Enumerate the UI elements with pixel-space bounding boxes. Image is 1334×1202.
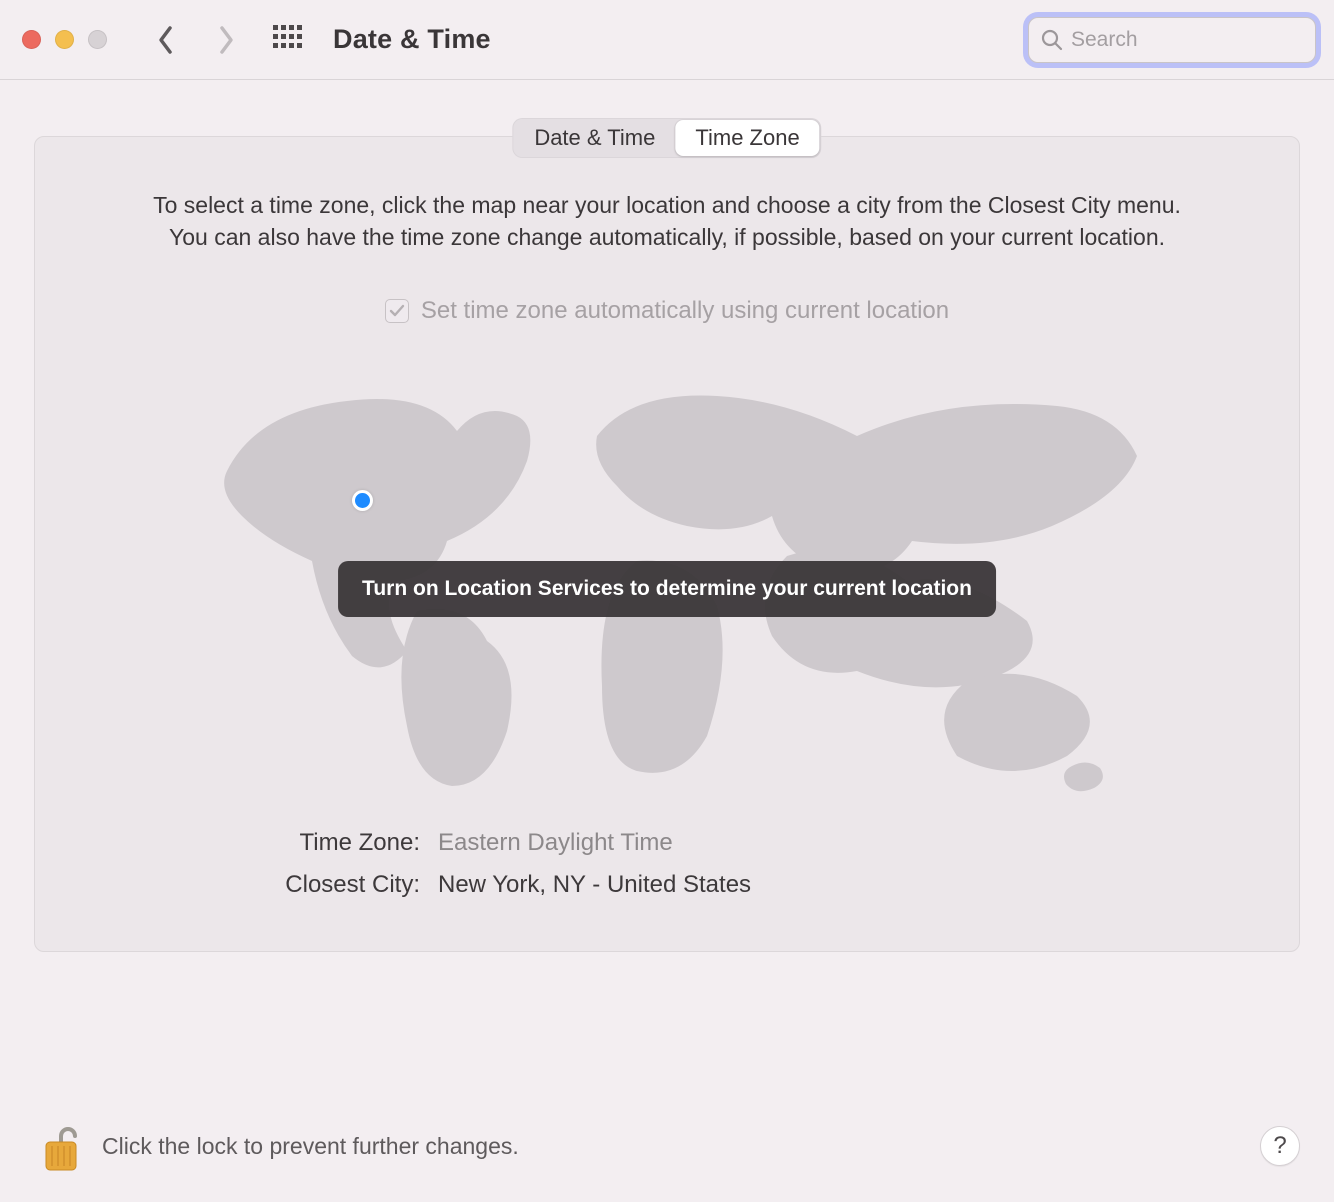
tab-time-zone[interactable]: Time Zone xyxy=(675,120,819,156)
lock-button[interactable] xyxy=(40,1118,84,1174)
checkmark-icon xyxy=(389,303,405,319)
tab-bar: Date & Time Time Zone xyxy=(512,118,821,158)
help-button[interactable]: ? xyxy=(1260,1126,1300,1166)
auto-timezone-row: Set time zone automatically using curren… xyxy=(35,297,1299,325)
search-field[interactable] xyxy=(1028,17,1316,63)
window-controls xyxy=(22,30,107,49)
instruction-line: You can also have the time zone change a… xyxy=(95,223,1239,253)
show-all-button[interactable] xyxy=(273,25,303,54)
timezone-info: Time Zone: Eastern Daylight Time Closest… xyxy=(35,829,1299,899)
tab-date-and-time[interactable]: Date & Time xyxy=(514,120,675,156)
zoom-window-button[interactable] xyxy=(88,30,107,49)
chevron-right-icon xyxy=(216,25,236,55)
closest-city-value[interactable]: New York, NY - United States xyxy=(438,871,751,899)
close-window-button[interactable] xyxy=(22,30,41,49)
window-title: Date & Time xyxy=(333,24,491,55)
time-zone-label: Time Zone: xyxy=(35,829,420,857)
grid-icon xyxy=(273,25,303,49)
toolbar: Date & Time xyxy=(0,0,1334,80)
closest-city-label: Closest City: xyxy=(35,871,420,899)
search-icon xyxy=(1041,29,1063,51)
forward-button[interactable] xyxy=(203,17,249,63)
help-label: ? xyxy=(1273,1132,1286,1160)
auto-timezone-label: Set time zone automatically using curren… xyxy=(421,297,949,325)
timezone-map[interactable]: Turn on Location Services to determine y… xyxy=(65,361,1269,801)
unlocked-padlock-icon xyxy=(42,1122,82,1174)
time-zone-value: Eastern Daylight Time xyxy=(438,829,673,857)
minimize-window-button[interactable] xyxy=(55,30,74,49)
instruction-line: To select a time zone, click the map nea… xyxy=(95,191,1239,221)
footer: Click the lock to prevent further change… xyxy=(40,1118,1300,1174)
location-pin xyxy=(355,493,370,508)
lock-hint-text: Click the lock to prevent further change… xyxy=(102,1133,519,1160)
back-button[interactable] xyxy=(143,17,189,63)
auto-timezone-checkbox[interactable] xyxy=(385,299,409,323)
search-input[interactable] xyxy=(1071,28,1303,52)
chevron-left-icon xyxy=(156,25,176,55)
preference-panel: Date & Time Time Zone To select a time z… xyxy=(34,136,1300,952)
location-services-toast: Turn on Location Services to determine y… xyxy=(338,561,996,617)
